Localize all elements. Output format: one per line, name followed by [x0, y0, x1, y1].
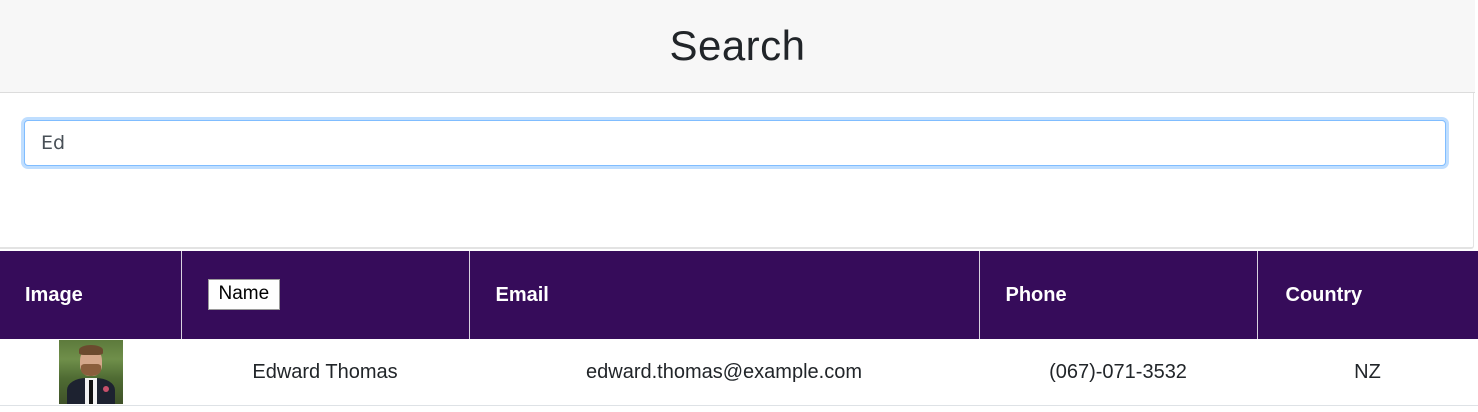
- column-header-country: Country: [1256, 251, 1478, 339]
- column-header-name: Name: [180, 251, 470, 339]
- column-header-phone: Phone: [978, 251, 1258, 339]
- sort-by-name-button[interactable]: Name: [207, 278, 281, 310]
- search-panel: [0, 93, 1474, 249]
- column-header-email: Email: [468, 251, 980, 339]
- cell-country: NZ: [1257, 339, 1478, 406]
- cell-image: [0, 339, 181, 406]
- page-title: Search: [669, 22, 806, 69]
- cell-email: edward.thomas@example.com: [469, 339, 979, 406]
- user-photo-avatar: [58, 340, 123, 404]
- page-header: Search: [0, 0, 1475, 93]
- cell-name: Edward Thomas: [181, 339, 469, 406]
- column-header-image: Image: [0, 251, 182, 339]
- table-row: Edward Thomas edward.thomas@example.com …: [0, 339, 1478, 406]
- results-table: Image Name Email Phone Country Edward Th…: [0, 251, 1478, 406]
- table-header-row: Image Name Email Phone Country: [0, 251, 1478, 339]
- search-input[interactable]: [24, 120, 1446, 166]
- cell-phone: (067)-071-3532: [979, 339, 1257, 406]
